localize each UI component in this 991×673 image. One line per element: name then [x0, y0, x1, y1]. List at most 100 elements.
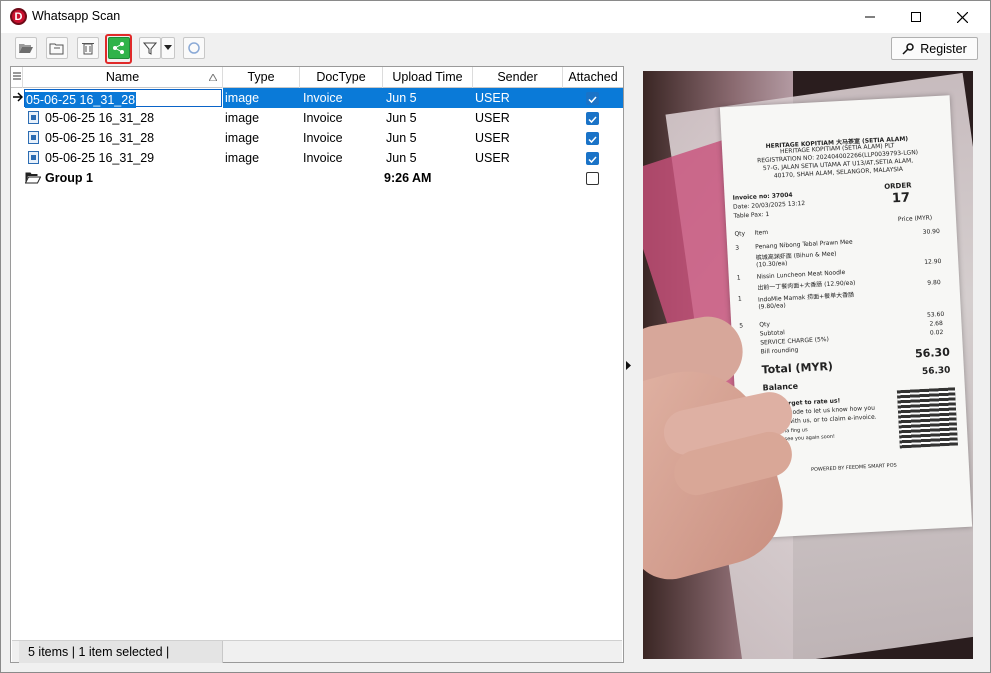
cell-type: image [225, 151, 260, 165]
attached-checkbox[interactable] [586, 152, 599, 165]
receipt-item-qty: 3 [735, 244, 740, 252]
attached-checkbox[interactable] [586, 132, 599, 145]
column-chooser-button[interactable] [11, 67, 23, 88]
receipt-total-label: Total (MYR) [761, 359, 834, 377]
title-bar: D Whatsapp Scan [1, 1, 990, 33]
cell-type: image [225, 111, 260, 125]
filter-dropdown-button[interactable] [161, 37, 175, 59]
cell-name: 05-06-25 16_31_29 [45, 151, 155, 165]
receipt-total: 56.30 [914, 345, 951, 361]
attached-checkbox[interactable] [586, 92, 599, 105]
receipt-order-no: 17 [891, 190, 911, 207]
cell-sender: USER [475, 151, 510, 165]
receipt-table: Table Pax: 1 [733, 210, 770, 220]
cell-sender: USER [475, 91, 510, 105]
column-header-sender[interactable]: Sender [473, 67, 563, 88]
receipt-total-qty-label: Qty [759, 320, 771, 329]
receipt-date: Date: 20/03/2025 13:12 [732, 199, 806, 211]
sort-ascending-icon [209, 74, 217, 81]
receipt-subtotal: 53.60 [926, 310, 945, 319]
receipt-rounding: 0.02 [929, 328, 944, 337]
receipt-total-qty: 5 [739, 322, 744, 330]
checkmark-icon [588, 156, 597, 164]
cell-upload-time: Jun 5 [386, 91, 417, 105]
status-bar: 5 items | 1 item selected | [12, 640, 622, 663]
chevron-down-icon [164, 45, 172, 50]
group-name: Group 1 [45, 171, 93, 185]
group-attached-checkbox[interactable] [586, 172, 599, 185]
cell-sender: USER [475, 111, 510, 125]
window-title: Whatsapp Scan [32, 9, 121, 23]
attached-checkbox[interactable] [586, 112, 599, 125]
key-icon [902, 42, 914, 55]
qr-code-icon [896, 387, 958, 449]
cell-upload-time: Jun 5 [386, 131, 417, 145]
table-row[interactable]: 05-06-25 16_31_28 image Invoice Jun 5 US… [11, 128, 623, 148]
receipt-col-qty: Qty [734, 230, 746, 238]
maximize-icon [911, 12, 921, 22]
column-header-doctype[interactable]: DocType [300, 67, 383, 88]
receipt-item-price: 30.90 [922, 227, 941, 236]
maximize-button[interactable] [893, 1, 939, 33]
delete-button[interactable] [77, 37, 99, 59]
checkmark-icon [588, 136, 597, 144]
register-label: Register [920, 41, 967, 56]
receipt-item-qty: 1 [736, 274, 741, 282]
receipt-item-qty: 1 [737, 295, 742, 303]
cell-doctype: Invoice [303, 131, 343, 145]
table-row[interactable]: 05-06-25 16_31_28 image Invoice Jun 5 US… [11, 108, 623, 128]
open-folder-icon [25, 172, 41, 184]
receipt-item-price: 12.90 [924, 257, 942, 266]
toolbar: Register [1, 33, 990, 65]
image-preview: HERITAGE KOPITIAM 大马茶室 (SETIA ALAM) HERI… [643, 71, 973, 659]
table-row[interactable]: 05-06-25 16_31_28 image Invoice Jun 5 US… [11, 88, 623, 108]
column-header-name[interactable]: Name [23, 67, 223, 88]
file-grid: Name Type DocType Upload Time Sender Att… [10, 66, 624, 663]
cell-upload-time: Jun 5 [386, 151, 417, 165]
cell-doctype: Invoice [303, 151, 343, 165]
receipt-item-sub: 槟城高渊虾面 (Bihun & Mee) [755, 250, 837, 262]
minimize-button[interactable] [847, 1, 893, 33]
table-row[interactable]: 05-06-25 16_31_29 image Invoice Jun 5 US… [11, 148, 623, 168]
list-icon [12, 72, 21, 80]
cell-doctype: Invoice [303, 111, 343, 125]
refresh-icon [188, 42, 200, 54]
cell-type: image [225, 131, 260, 145]
receipt-balance-label: Balance [762, 381, 799, 393]
group-row[interactable]: Group 1 9:26 AM [11, 168, 623, 188]
name-edit-field[interactable]: 05-06-25 16_31_28 [24, 89, 222, 108]
column-header-type[interactable]: Type [223, 67, 300, 88]
receipt-item-name: IndoMie Mamak 捞面+餐单大香肠 [757, 291, 855, 304]
grid-header: Name Type DocType Upload Time Sender Att… [11, 67, 623, 88]
close-button[interactable] [939, 1, 985, 33]
receipt-item-sub: (9.80/ea) [758, 302, 786, 311]
column-header-upload-time[interactable]: Upload Time [383, 67, 473, 88]
chevron-right-icon[interactable] [626, 361, 631, 370]
filter-button[interactable] [139, 37, 161, 59]
minimize-icon [865, 16, 875, 18]
open-folder-button[interactable] [15, 37, 37, 59]
document-icon [28, 151, 39, 164]
cell-doctype: Invoice [303, 91, 343, 105]
close-icon [956, 11, 968, 23]
receipt-order-label: ORDER [884, 181, 912, 191]
current-row-arrow-icon [13, 92, 23, 102]
cell-type: image [225, 91, 260, 105]
receipt-item-note: (10.30/ea) [755, 259, 788, 269]
receipt-rounding-label: Bill rounding [760, 346, 799, 356]
share-button-highlight [105, 34, 132, 64]
open-folder-icon [19, 44, 33, 53]
checkmark-icon [588, 116, 597, 124]
checkmark-icon [588, 96, 597, 104]
folder-button[interactable] [46, 37, 68, 59]
register-button[interactable]: Register [891, 37, 978, 60]
status-text: 5 items | 1 item selected | [28, 645, 170, 659]
filter-icon [143, 42, 157, 55]
column-header-attached[interactable]: Attached [563, 67, 623, 88]
refresh-button[interactable] [183, 37, 205, 59]
cell-name: 05-06-25 16_31_28 [45, 111, 155, 125]
group-upload-time: 9:26 AM [384, 171, 432, 185]
document-icon [28, 131, 39, 144]
receipt-item-name: Penang Nibong Tebal Prawn Mee [755, 238, 853, 251]
cell-upload-time: Jun 5 [386, 111, 417, 125]
